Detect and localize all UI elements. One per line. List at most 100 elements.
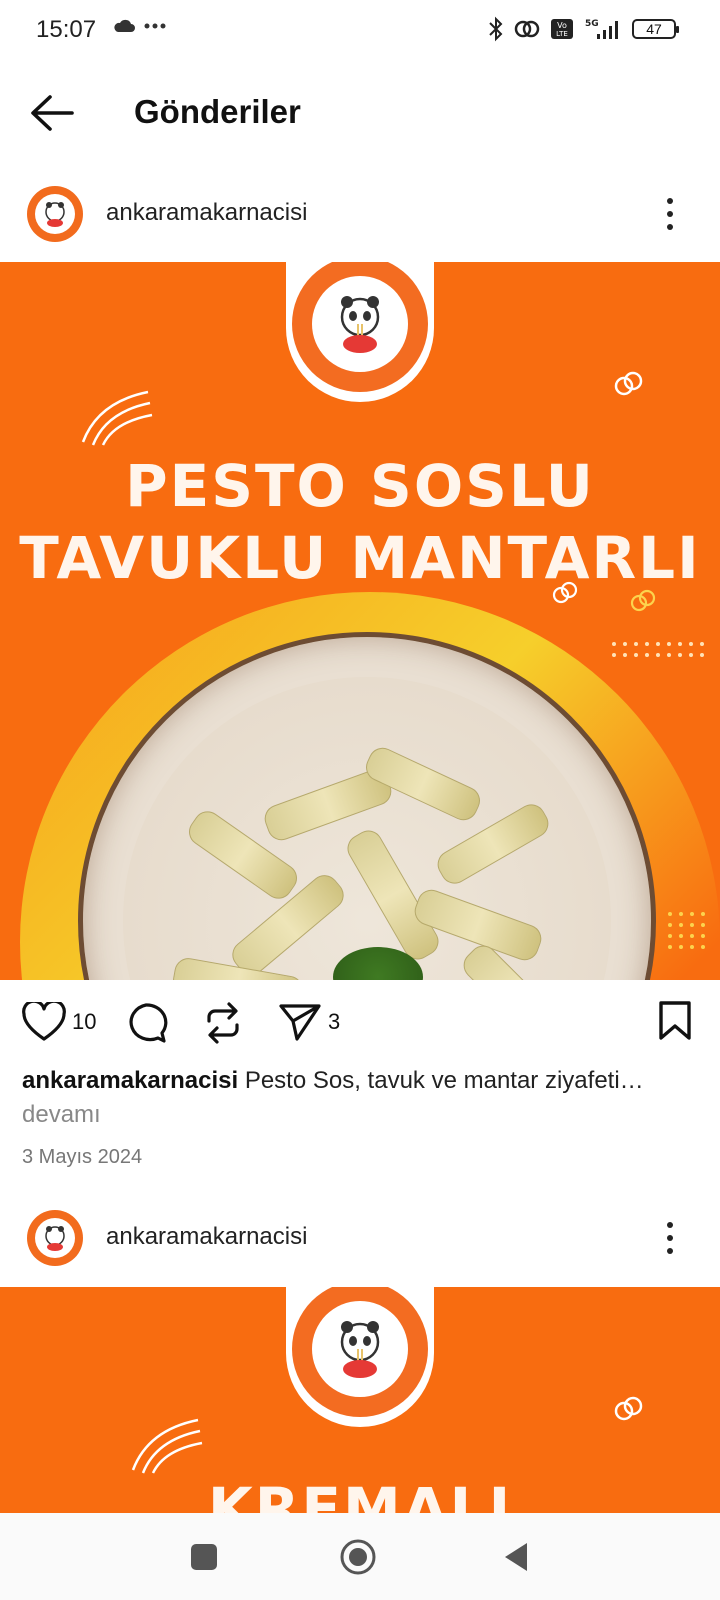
span [668, 945, 672, 949]
svg-text:Vo: Vo [557, 21, 567, 30]
brand-logo [286, 262, 434, 402]
logo-circle [292, 1287, 428, 1417]
post-actions: 10 3 [0, 980, 720, 1050]
svg-text:5G: 5G [585, 19, 599, 29]
span [689, 653, 693, 657]
post-image[interactable]: KREMALI [0, 1287, 720, 1513]
span [667, 1235, 673, 1241]
post-username[interactable]: ankaramakarnacisi [106, 1223, 307, 1251]
post-options-button[interactable] [658, 1220, 682, 1256]
link-icon [514, 20, 540, 38]
span [656, 642, 660, 646]
dots-decoration [668, 912, 705, 949]
span [623, 653, 627, 657]
back-button[interactable] [28, 92, 76, 134]
more-icon [144, 23, 166, 29]
post-header: ankaramakarnacisi [0, 1198, 720, 1278]
caption-more-link[interactable]: devamı [22, 1098, 702, 1132]
span [645, 642, 649, 646]
span [667, 1222, 673, 1228]
comment-icon [129, 1003, 168, 1043]
span [656, 653, 660, 657]
span [667, 198, 673, 204]
avatar[interactable] [27, 186, 83, 242]
repost-icon [207, 1002, 239, 1044]
span [690, 912, 694, 916]
svg-text:LTE: LTE [556, 30, 568, 38]
span [690, 934, 694, 938]
span [667, 224, 673, 230]
cloud-icon [114, 19, 135, 32]
post-headline-line-1: KREMALI [207, 1475, 513, 1513]
caption-username[interactable]: ankaramakarnacisi [22, 1067, 238, 1094]
post-image[interactable]: PESTO SOSLU TAVUKLU MANTARLI [0, 262, 720, 980]
swoosh-lines-decoration [131, 1418, 203, 1474]
recents-square-icon [191, 1544, 217, 1570]
like-count: 10 [72, 1009, 97, 1034]
span [679, 923, 683, 927]
span [679, 934, 683, 938]
repost-button[interactable] [203, 1001, 243, 1045]
span [668, 934, 672, 938]
share-button[interactable]: 3 [278, 1002, 340, 1042]
logo-circle-inner [312, 276, 408, 372]
heart-icon [22, 1002, 66, 1041]
span [679, 945, 683, 949]
span [623, 642, 627, 646]
span [678, 642, 682, 646]
logo-circle [292, 262, 428, 392]
span [667, 653, 671, 657]
brand-logo [286, 1287, 434, 1427]
span [678, 653, 682, 657]
logo-circle-inner [312, 1301, 408, 1397]
arrow-left-icon [31, 95, 74, 131]
post-caption: ankaramakarnacisi Pesto Sos, tavuk ve ma… [22, 1064, 702, 1132]
5g-signal-icon: 5G [585, 19, 618, 39]
post-username[interactable]: ankaramakarnacisi [106, 199, 307, 227]
recents-button[interactable] [184, 1537, 224, 1577]
swoosh-lines-decoration [81, 390, 153, 446]
back-nav-button[interactable] [496, 1537, 536, 1577]
ring-decoration [614, 1396, 643, 1421]
share-count: 3 [328, 1009, 341, 1034]
plate-inner [123, 677, 611, 980]
like-button[interactable]: 10 [22, 1002, 96, 1042]
span [690, 945, 694, 949]
span [634, 653, 638, 657]
home-circle-icon [340, 1539, 376, 1575]
status-time: 15:07 [36, 16, 97, 43]
span [701, 934, 705, 938]
post-options-button[interactable] [658, 196, 682, 232]
save-button[interactable] [657, 1000, 693, 1042]
post-header: ankaramakarnacisi [0, 174, 720, 254]
status-bar: 15:07 Vo LTE 5G 47 [0, 0, 720, 62]
span [668, 912, 672, 916]
post-headline-line-2: TAVUKLU MANTARLI [19, 524, 701, 592]
panda-logo-icon [340, 1321, 380, 1378]
post-date: 3 Mayıs 2024 [22, 1146, 143, 1168]
avatar[interactable] [27, 1210, 83, 1266]
span [700, 642, 704, 646]
status-left-icons [112, 18, 166, 34]
span [612, 653, 616, 657]
panda-logo-icon [45, 1226, 65, 1251]
span [667, 1248, 673, 1254]
bookmark-icon [659, 1001, 691, 1040]
span [689, 642, 693, 646]
span [690, 923, 694, 927]
span [679, 912, 683, 916]
span [612, 642, 616, 646]
span [667, 211, 673, 217]
dots-decoration [612, 642, 704, 657]
post-headline-line-1: PESTO SOSLU [125, 452, 595, 520]
back-triangle-icon [505, 1543, 527, 1571]
system-nav-bar [0, 1513, 720, 1600]
span [700, 653, 704, 657]
span [701, 923, 705, 927]
comment-button[interactable] [124, 1002, 168, 1044]
send-icon [279, 1004, 321, 1041]
ring-decoration [614, 371, 643, 396]
span [667, 642, 671, 646]
volte-icon: VoLTE [551, 19, 573, 39]
home-button[interactable] [336, 1537, 380, 1577]
